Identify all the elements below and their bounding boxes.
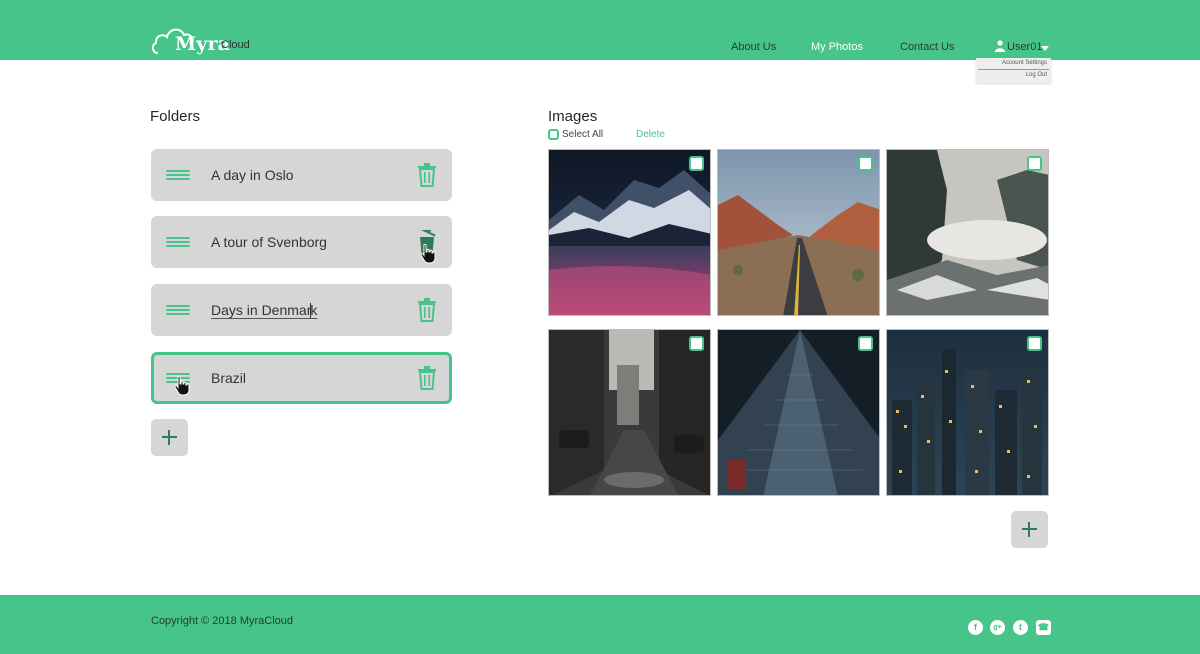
nav-about-us[interactable]: About Us [731,41,776,53]
footer: Copyright © 2018 MyraCloud f g+ t ☎ [0,595,1200,654]
drag-handle-icon[interactable] [166,373,190,383]
log-out-link[interactable]: Log Out [1026,72,1047,78]
image-thumbnail[interactable] [886,329,1049,496]
image-thumbnail[interactable] [886,149,1049,316]
image-checkbox[interactable] [1027,156,1042,171]
image-thumbnail[interactable] [548,149,711,316]
twitter-icon[interactable]: t [1013,620,1028,635]
dropdown-divider [978,69,1049,70]
logo-sub-text: Cloud [221,39,250,51]
photo-desert-road [718,150,879,315]
folder-name: A tour of Svenborg [211,234,327,250]
photo-skyscraper [718,330,879,495]
image-checkbox[interactable] [1027,336,1042,351]
image-thumbnail[interactable] [548,329,711,496]
image-thumbnail[interactable] [717,329,880,496]
folder-name-input[interactable]: Days in Denmark [211,302,317,318]
image-checkbox[interactable] [689,156,704,171]
account-settings-link[interactable]: Account Settings [1002,60,1047,66]
images-heading: Images [548,108,598,125]
user-dropdown: Account Settings Log Out [976,58,1051,83]
caret-down-icon [1041,46,1049,51]
folder-name: A day in Oslo [211,167,294,183]
image-checkbox[interactable] [689,336,704,351]
photo-city-lights [887,330,1048,495]
folder-item-selected[interactable]: Brazil [151,352,452,404]
add-image-button[interactable] [1011,511,1048,548]
nav-my-photos[interactable]: My Photos [811,41,863,53]
user-name: User01 [1007,41,1043,53]
phone-icon[interactable]: ☎ [1036,620,1051,635]
drag-handle-icon[interactable] [166,170,190,180]
nav-contact-us[interactable]: Contact Us [900,41,954,53]
photo-misty-cliffs [887,150,1048,315]
add-folder-button[interactable] [151,419,188,456]
logo[interactable]: Myra Cloud [150,20,260,56]
drag-handle-icon[interactable] [166,305,190,315]
top-bar: Myra Cloud About Us My Photos Contact Us… [0,0,1200,60]
trash-icon[interactable] [417,366,437,390]
google-plus-icon[interactable]: g+ [990,620,1005,635]
folder-item[interactable]: A tour of Svenborg [151,216,452,268]
photo-rainy-street [549,330,710,495]
user-icon [995,40,1005,52]
folder-item-editing[interactable]: Days in Denmark [151,284,452,336]
trash-icon-open[interactable] [417,230,437,254]
folders-heading: Folders [150,108,201,125]
photo-night-mountains [549,150,710,315]
checkbox-icon [548,129,559,140]
trash-icon[interactable] [417,163,437,187]
image-checkbox[interactable] [858,156,873,171]
folder-name: Brazil [211,370,247,386]
trash-icon[interactable] [417,298,437,322]
delete-link[interactable]: Delete [636,129,665,140]
drag-handle-icon[interactable] [166,237,190,247]
image-checkbox[interactable] [858,336,873,351]
select-all-label: Select All [562,129,604,140]
folder-item[interactable]: A day in Oslo [151,149,452,201]
facebook-icon[interactable]: f [968,620,983,635]
image-thumbnail[interactable] [717,149,880,316]
copyright-text: Copyright © 2018 MyraCloud [151,615,294,627]
